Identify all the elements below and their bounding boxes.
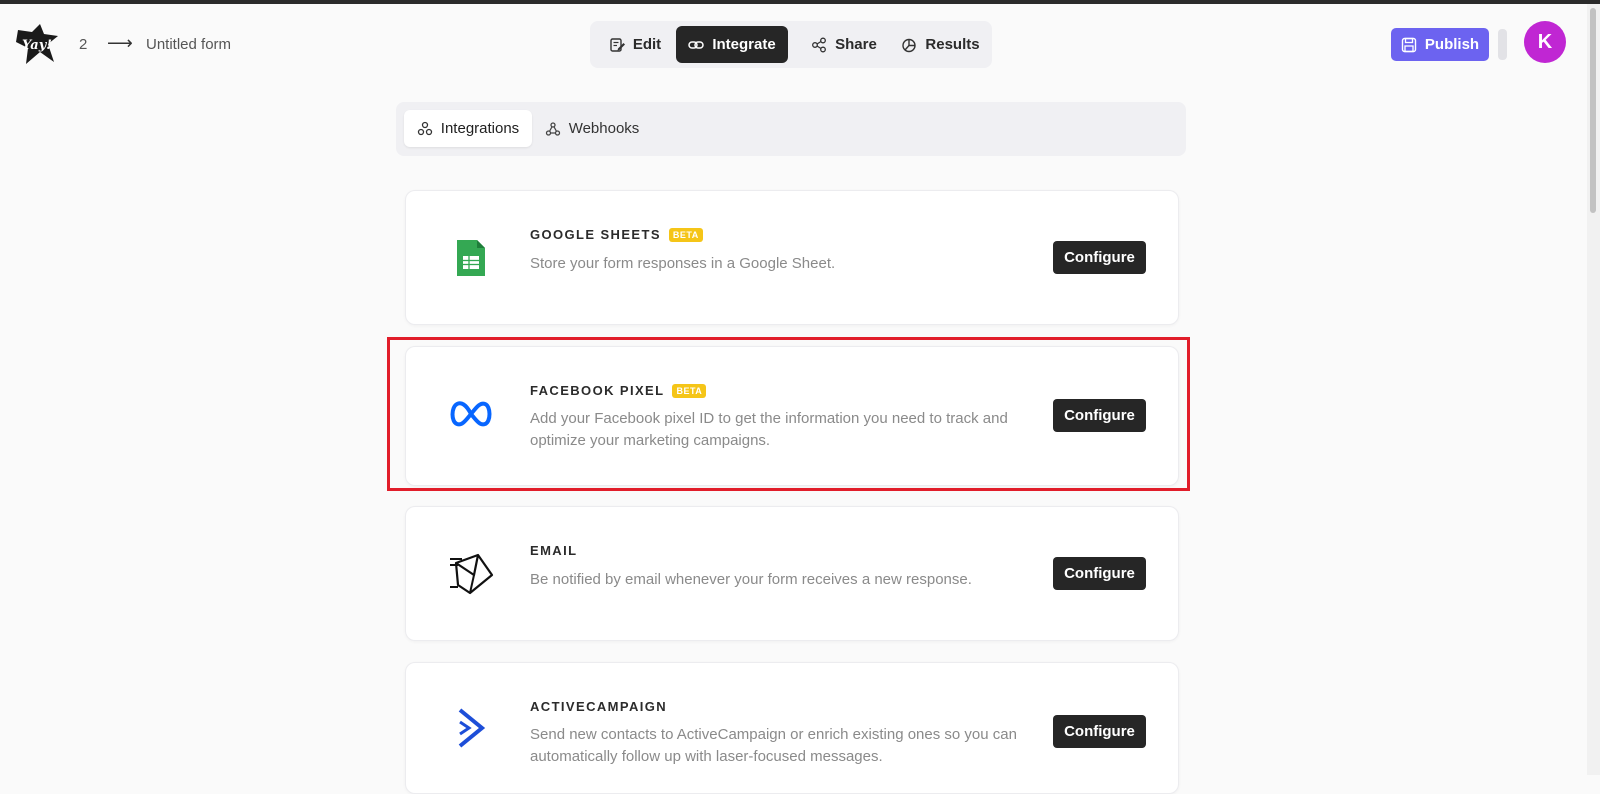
integration-card-activecampaign: ACTIVECAMPAIGN Send new contacts to Acti… [405,662,1179,794]
scrollbar-thumb[interactable] [1590,8,1596,213]
subtab-integrations[interactable]: Integrations [404,110,532,147]
email-icon [446,549,496,599]
configure-email-button[interactable]: Configure [1053,557,1146,590]
subtab-webhooks-label: Webhooks [568,120,640,137]
breadcrumb-arrow-icon: ⟶ [107,33,133,53]
user-avatar[interactable]: K [1524,21,1566,63]
window-top-border [0,0,1600,4]
publish-label: Publish [1424,36,1480,53]
configure-google-sheets-button[interactable]: Configure [1053,241,1146,274]
publish-button[interactable]: Publish [1391,28,1489,61]
header-divider [1498,29,1507,60]
integration-card-email: EMAIL Be notified by email whenever your… [405,506,1179,641]
main-nav-tabs: Edit Integrate Share Results [590,21,992,68]
tab-share[interactable]: Share [794,26,894,63]
card-description: Add your Facebook pixel ID to get the in… [530,410,1008,449]
form-title[interactable]: Untitled form [146,36,231,53]
card-description: Be notified by email whenever your form … [530,571,972,588]
configure-facebook-pixel-button[interactable]: Configure [1053,399,1146,432]
tab-share-label: Share [835,36,877,53]
card-description: Store your form responses in a Google Sh… [530,255,836,272]
integration-card-google-sheets: GOOGLE SHEETS BETA Store your form respo… [405,190,1179,325]
save-icon [1401,37,1417,52]
breadcrumb-workspace-number[interactable]: 2 [79,36,87,53]
card-title-text: ACTIVECAMPAIGN [530,699,668,714]
webhook-icon [545,121,560,136]
card-title-text: EMAIL [530,543,578,558]
meta-icon [446,389,496,439]
tab-results-label: Results [925,36,980,53]
card-description: Send new contacts to ActiveCampaign or e… [530,726,1017,765]
share-icon [812,37,827,52]
subtab-integrations-label: Integrations [440,120,520,137]
tab-edit-label: Edit [632,36,662,53]
tab-results[interactable]: Results [894,26,987,63]
tab-integrate-label: Integrate [712,36,776,53]
card-title: FACEBOOK PIXEL BETA [530,383,707,398]
beta-badge: BETA [672,383,707,398]
integrations-icon [417,121,432,135]
beta-badge: BETA [668,227,703,242]
integration-card-facebook-pixel: FACEBOOK PIXEL BETA Add your Facebook pi… [405,346,1179,486]
link-icon [688,40,705,49]
pie-chart-icon [902,38,917,52]
card-title: EMAIL [530,543,577,558]
card-title: GOOGLE SHEETS BETA [530,227,703,242]
tab-edit[interactable]: Edit [595,26,675,63]
card-title-text: FACEBOOK PIXEL [530,383,665,398]
google-sheets-icon [446,233,496,283]
card-title-text: GOOGLE SHEETS [530,227,661,242]
configure-activecampaign-button[interactable]: Configure [1053,715,1146,748]
tab-integrate[interactable]: Integrate [676,26,788,63]
subtab-webhooks[interactable]: Webhooks [540,110,644,147]
logo-text: Yay! [22,38,52,53]
page-scrollbar[interactable] [1587,4,1600,775]
edit-icon [610,37,625,52]
integration-subtabs: Integrations Webhooks [396,102,1186,156]
activecampaign-icon [446,703,496,753]
yay-logo[interactable]: Yay! [14,22,60,66]
card-title: ACTIVECAMPAIGN [530,699,667,714]
